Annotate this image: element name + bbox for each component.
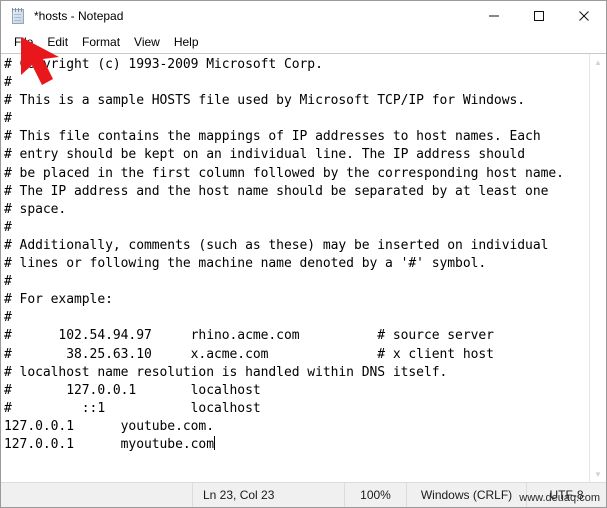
- editor-line: #: [4, 274, 12, 290]
- notepad-window: *hosts - Notepad File Edit Format View H…: [0, 0, 607, 508]
- editor-line: 127.0.0.1 youtube.com.: [4, 418, 214, 434]
- editor-line: # be placed in the first column followed…: [4, 165, 564, 181]
- editor-line: #: [4, 111, 12, 127]
- editor-line: 127.0.0.1 myoutube.com: [4, 435, 215, 452]
- status-bar: Ln 23, Col 23 100% Windows (CRLF) UTF-8: [1, 482, 606, 507]
- editor-line: # space.: [4, 201, 67, 217]
- editor-line: # This file contains the mappings of IP …: [4, 129, 541, 145]
- editor-line: # 127.0.0.1 localhost: [4, 382, 261, 398]
- editor-line: # Additionally, comments (such as these)…: [4, 237, 549, 253]
- editor-line: #: [4, 219, 12, 235]
- editor-line: # lines or following the machine name de…: [4, 256, 487, 272]
- window-controls: [471, 1, 606, 31]
- editor-line: # localhost name resolution is handled w…: [4, 364, 448, 380]
- menu-item-file[interactable]: File: [7, 33, 40, 52]
- status-spacer: [1, 483, 192, 507]
- status-encoding: UTF-8: [526, 483, 606, 507]
- editor-line: # ::1 localhost: [4, 400, 261, 416]
- menu-item-format[interactable]: Format: [75, 33, 127, 52]
- vertical-scrollbar[interactable]: ▲ ▼: [589, 54, 606, 482]
- title-bar-left: *hosts - Notepad: [1, 1, 123, 31]
- editor-line: # 38.25.63.10 x.acme.com # x client host: [4, 346, 494, 362]
- text-caret: [213, 435, 215, 450]
- maximize-icon: [533, 11, 544, 21]
- status-cursor-position: Ln 23, Col 23: [192, 483, 344, 507]
- close-icon: [578, 11, 589, 21]
- editor-line: # Copyright (c) 1993-2009 Microsoft Corp…: [4, 57, 323, 72]
- window-title: *hosts - Notepad: [34, 9, 124, 23]
- editor-line: # This is a sample HOSTS file used by Mi…: [4, 93, 526, 109]
- editor-line: # The IP address and the host name shoul…: [4, 183, 549, 199]
- notepad-icon: [10, 7, 26, 25]
- menu-bar: File Edit Format View Help: [1, 31, 606, 53]
- chevron-up-icon[interactable]: ▲: [590, 54, 606, 70]
- text-editor[interactable]: # Copyright (c) 1993-2009 Microsoft Corp…: [1, 54, 589, 482]
- editor-line: # entry should be kept on an individual …: [4, 147, 526, 163]
- maximize-button[interactable]: [516, 1, 561, 31]
- title-bar: *hosts - Notepad: [1, 1, 606, 31]
- editor-line: # For example:: [4, 292, 113, 308]
- editor-area: # Copyright (c) 1993-2009 Microsoft Corp…: [1, 53, 606, 482]
- editor-line: # 102.54.94.97 rhino.acme.com # source s…: [4, 328, 494, 344]
- menu-item-edit[interactable]: Edit: [40, 33, 75, 52]
- status-zoom-level[interactable]: 100%: [344, 483, 406, 507]
- editor-line: #: [4, 310, 12, 326]
- editor-text: # Copyright (c) 1993-2009 Microsoft Corp…: [4, 56, 589, 454]
- editor-line: #: [4, 75, 12, 91]
- chevron-down-icon[interactable]: ▼: [590, 466, 606, 482]
- minimize-icon: [488, 15, 499, 17]
- status-line-ending: Windows (CRLF): [406, 483, 526, 507]
- menu-item-help[interactable]: Help: [167, 33, 206, 52]
- close-button[interactable]: [561, 1, 606, 31]
- minimize-button[interactable]: [471, 1, 516, 31]
- menu-item-view[interactable]: View: [127, 33, 167, 52]
